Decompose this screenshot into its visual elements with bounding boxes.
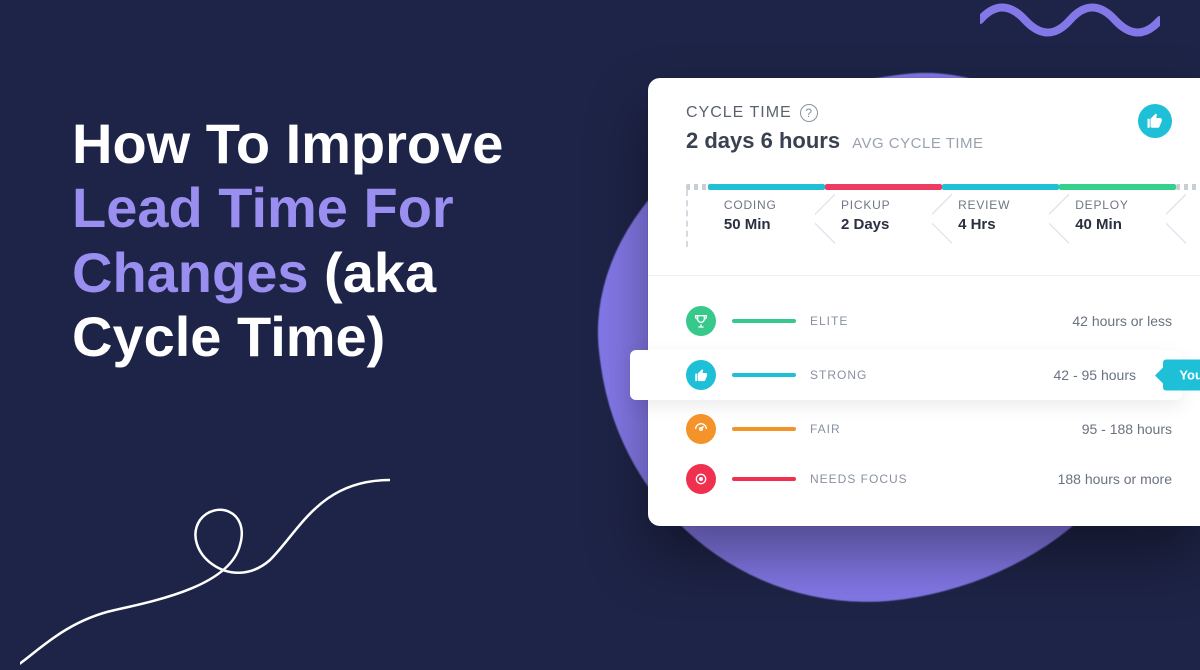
stage-value: 4 Hrs	[958, 216, 1049, 233]
stage-coding[interactable]: CODING 50 Min	[708, 184, 825, 247]
benchmark-bar	[732, 373, 796, 377]
gauge-icon	[686, 414, 716, 444]
benchmark-fair: FAIR 95 - 188 hours	[648, 404, 1200, 454]
cycle-stages: CODING 50 Min PICKUP 2 Days REVIEW 4 Hrs…	[648, 184, 1200, 247]
stage-label: DEPLOY	[1075, 198, 1166, 212]
stage-value: 40 Min	[1075, 216, 1166, 233]
stage-label: PICKUP	[841, 198, 932, 212]
stage-label: CODING	[724, 198, 815, 212]
avg-cycle-value: 2 days 6 hours	[686, 128, 840, 154]
benchmark-name: FAIR	[810, 422, 1082, 436]
thumbs-up-badge	[1138, 104, 1172, 138]
benchmark-strong: STRONG 42 - 95 hours Your	[630, 350, 1182, 400]
stage-value: 50 Min	[724, 216, 815, 233]
stage-pickup[interactable]: PICKUP 2 Days	[825, 184, 942, 247]
benchmark-elite: ELITE 42 hours or less	[648, 296, 1200, 346]
decorative-wave	[980, 0, 1160, 40]
benchmark-range: 42 - 95 hours	[1054, 367, 1137, 383]
headline-part1: How To Improve	[72, 112, 503, 175]
card-title: CYCLE TIME	[686, 104, 792, 122]
benchmark-needs-focus: NEEDS FOCUS 188 hours or more	[648, 454, 1200, 504]
cycle-time-card: CYCLE TIME ? 2 days 6 hours AVG CYCLE TI…	[648, 78, 1200, 526]
stage-prelude	[686, 184, 708, 247]
avg-cycle-label: AVG CYCLE TIME	[852, 135, 983, 152]
help-icon[interactable]: ?	[800, 104, 818, 122]
benchmark-bar	[732, 427, 796, 431]
benchmark-bar	[732, 477, 796, 481]
your-benchmark-tag: Your	[1163, 360, 1200, 391]
thumbs-up-icon	[686, 360, 716, 390]
page-headline: How To Improve Lead Time For Changes (ak…	[72, 112, 592, 370]
benchmark-name: NEEDS FOCUS	[810, 472, 1058, 486]
target-icon	[686, 464, 716, 494]
benchmarks-list: ELITE 42 hours or less STRONG 42 - 95 ho…	[648, 276, 1200, 514]
benchmark-bar	[732, 319, 796, 323]
stage-review[interactable]: REVIEW 4 Hrs	[942, 184, 1059, 247]
benchmark-range: 42 hours or less	[1072, 313, 1172, 329]
card-header: CYCLE TIME ? 2 days 6 hours AVG CYCLE TI…	[648, 104, 1200, 154]
trophy-icon	[686, 306, 716, 336]
decorative-squiggle	[20, 470, 400, 670]
benchmark-range: 188 hours or more	[1058, 471, 1172, 487]
benchmark-range: 95 - 188 hours	[1082, 421, 1172, 437]
benchmark-name: STRONG	[810, 368, 1054, 382]
stage-value: 2 Days	[841, 216, 932, 233]
benchmark-name: ELITE	[810, 314, 1072, 328]
stage-label: REVIEW	[958, 198, 1049, 212]
stage-deploy[interactable]: DEPLOY 40 Min	[1059, 184, 1176, 247]
